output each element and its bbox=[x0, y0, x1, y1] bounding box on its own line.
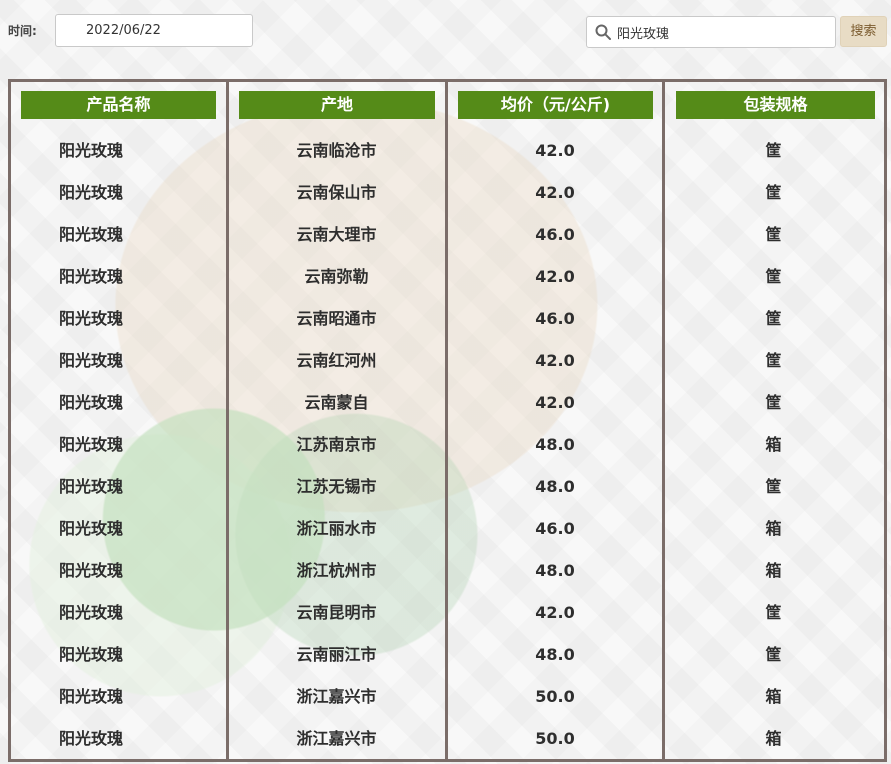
cell-average-price: 42.0 bbox=[535, 603, 575, 622]
header-packaging: 包装规格 bbox=[676, 91, 875, 119]
cell-average-price: 50.0 bbox=[535, 729, 575, 748]
cell-origin: 云南蒙自 bbox=[304, 393, 369, 412]
cell-average-price: 46.0 bbox=[535, 519, 575, 538]
table-row: 阳光玫瑰 浙江杭州市 48.0 箱 bbox=[8, 550, 887, 592]
cell-packaging: 箱 bbox=[765, 729, 782, 748]
cell-product-name: 阳光玫瑰 bbox=[58, 435, 123, 454]
cell-average-price: 46.0 bbox=[535, 309, 575, 328]
table-row: 阳光玫瑰 云南临沧市 42.0 筐 bbox=[8, 130, 887, 172]
cell-average-price: 42.0 bbox=[535, 183, 575, 202]
cell-product-name: 阳光玫瑰 bbox=[58, 225, 123, 244]
cell-origin: 云南大理市 bbox=[296, 225, 377, 244]
cell-average-price: 48.0 bbox=[535, 645, 575, 664]
search-box[interactable] bbox=[586, 16, 836, 48]
cell-origin: 浙江丽水市 bbox=[296, 519, 377, 538]
cell-average-price: 48.0 bbox=[535, 477, 575, 496]
cell-packaging: 筐 bbox=[765, 393, 782, 412]
cell-origin: 云南临沧市 bbox=[296, 141, 377, 160]
cell-origin: 浙江杭州市 bbox=[296, 561, 377, 580]
table-row: 阳光玫瑰 云南红河州 42.0 筐 bbox=[8, 340, 887, 382]
date-input[interactable]: 2022/06/22 bbox=[55, 14, 253, 47]
cell-product-name: 阳光玫瑰 bbox=[58, 729, 123, 748]
cell-packaging: 筐 bbox=[765, 309, 782, 328]
cell-origin: 浙江嘉兴市 bbox=[296, 729, 377, 748]
cell-average-price: 48.0 bbox=[535, 561, 575, 580]
cell-packaging: 筐 bbox=[765, 183, 782, 202]
cell-average-price: 46.0 bbox=[535, 225, 575, 244]
table-row: 阳光玫瑰 浙江嘉兴市 50.0 箱 bbox=[8, 718, 887, 760]
cell-origin: 浙江嘉兴市 bbox=[296, 687, 377, 706]
cell-product-name: 阳光玫瑰 bbox=[58, 477, 123, 496]
table-row: 阳光玫瑰 浙江嘉兴市 50.0 箱 bbox=[8, 676, 887, 718]
table-row: 阳光玫瑰 云南昭通市 46.0 筐 bbox=[8, 298, 887, 340]
cell-origin: 云南昆明市 bbox=[296, 603, 377, 622]
cell-average-price: 42.0 bbox=[535, 351, 575, 370]
table-row: 阳光玫瑰 江苏南京市 48.0 箱 bbox=[8, 424, 887, 466]
cell-average-price: 50.0 bbox=[535, 687, 575, 706]
cell-packaging: 箱 bbox=[765, 519, 782, 538]
header-average-price: 均价（元/公斤) bbox=[458, 91, 653, 119]
cell-average-price: 42.0 bbox=[535, 393, 575, 412]
cell-average-price: 42.0 bbox=[535, 267, 575, 286]
table-row: 阳光玫瑰 江苏无锡市 48.0 筐 bbox=[8, 466, 887, 508]
header-product-name: 产品名称 bbox=[21, 91, 216, 119]
cell-product-name: 阳光玫瑰 bbox=[58, 393, 123, 412]
cell-average-price: 42.0 bbox=[535, 141, 575, 160]
search-input[interactable] bbox=[617, 17, 827, 47]
time-label: 时间: bbox=[8, 24, 37, 38]
cell-product-name: 阳光玫瑰 bbox=[58, 603, 123, 622]
cell-product-name: 阳光玫瑰 bbox=[58, 183, 123, 202]
table-row: 阳光玫瑰 云南丽江市 48.0 筐 bbox=[8, 634, 887, 676]
filter-bar: 时间: 2022/06/22 搜索 bbox=[0, 0, 891, 64]
cell-product-name: 阳光玫瑰 bbox=[58, 519, 123, 538]
cell-packaging: 筐 bbox=[765, 603, 782, 622]
cell-product-name: 阳光玫瑰 bbox=[58, 309, 123, 328]
cell-packaging: 筐 bbox=[765, 141, 782, 160]
search-button[interactable]: 搜索 bbox=[840, 16, 887, 47]
cell-average-price: 48.0 bbox=[535, 435, 575, 454]
cell-packaging: 筐 bbox=[765, 225, 782, 244]
cell-origin: 江苏南京市 bbox=[296, 435, 377, 454]
cell-origin: 云南丽江市 bbox=[296, 645, 377, 664]
cell-product-name: 阳光玫瑰 bbox=[58, 141, 123, 160]
header-origin: 产地 bbox=[239, 91, 435, 119]
cell-origin: 云南红河州 bbox=[296, 351, 377, 370]
cell-product-name: 阳光玫瑰 bbox=[58, 687, 123, 706]
table-body: 阳光玫瑰 云南临沧市 42.0 筐阳光玫瑰 云南保山市 42.0 筐阳光玫瑰 云南大理市 46.… bbox=[8, 130, 887, 760]
table-row: 阳光玫瑰 云南昆明市 42.0 筐 bbox=[8, 592, 887, 634]
cell-packaging: 筐 bbox=[765, 351, 782, 370]
cell-product-name: 阳光玫瑰 bbox=[58, 561, 123, 580]
cell-product-name: 阳光玫瑰 bbox=[58, 267, 123, 286]
cell-packaging: 箱 bbox=[765, 687, 782, 706]
table-row: 阳光玫瑰 云南蒙自 42.0 筐 bbox=[8, 382, 887, 424]
table-row: 阳光玫瑰 浙江丽水市 46.0 箱 bbox=[8, 508, 887, 550]
cell-packaging: 箱 bbox=[765, 435, 782, 454]
cell-origin: 云南保山市 bbox=[296, 183, 377, 202]
table-row: 阳光玫瑰 云南保山市 42.0 筐 bbox=[8, 172, 887, 214]
table-row: 阳光玫瑰 云南弥勒 42.0 筐 bbox=[8, 256, 887, 298]
cell-product-name: 阳光玫瑰 bbox=[58, 351, 123, 370]
cell-packaging: 筐 bbox=[765, 477, 782, 496]
cell-packaging: 筐 bbox=[765, 267, 782, 286]
cell-origin: 云南昭通市 bbox=[296, 309, 377, 328]
cell-product-name: 阳光玫瑰 bbox=[58, 645, 123, 664]
cell-packaging: 箱 bbox=[765, 561, 782, 580]
table-row: 阳光玫瑰 云南大理市 46.0 筐 bbox=[8, 214, 887, 256]
cell-packaging: 筐 bbox=[765, 645, 782, 664]
search-icon bbox=[595, 24, 611, 40]
cell-origin: 江苏无锡市 bbox=[296, 477, 377, 496]
cell-origin: 云南弥勒 bbox=[304, 267, 369, 286]
